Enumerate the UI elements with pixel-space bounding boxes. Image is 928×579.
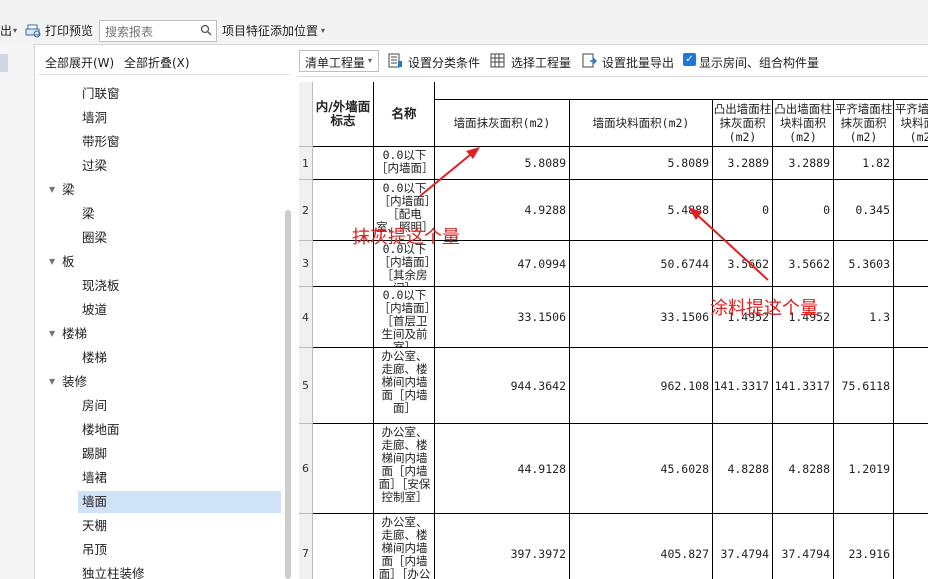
annotation-arrows bbox=[419, 147, 769, 281]
arrow-line-paint bbox=[693, 211, 769, 281]
annotation-plaster: 抹灰提这个量 bbox=[352, 227, 460, 248]
arrow-line-plaster bbox=[419, 149, 477, 197]
annotation-paint: 涂料提这个量 bbox=[710, 298, 818, 319]
